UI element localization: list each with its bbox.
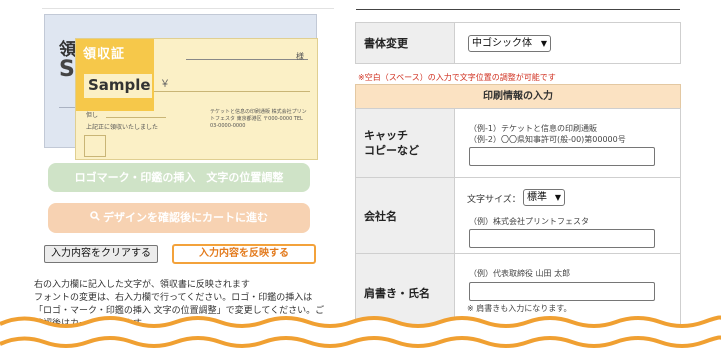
company-hint: （例）株式会社プリントフェスタ bbox=[469, 217, 589, 226]
form-top-divider bbox=[356, 9, 680, 10]
top-divider bbox=[42, 8, 334, 9]
front-card-amount-line bbox=[154, 91, 310, 92]
front-card-company-info: テケットと信息の印刷通販 株式会社プリントフェスタ 東京都港区 〒000-000… bbox=[210, 109, 307, 129]
search-icon bbox=[90, 203, 100, 233]
char-size-select-value: 標準 bbox=[527, 192, 547, 203]
font-row: 書体変更 中ゴシック体 ▼ bbox=[355, 22, 681, 64]
reflect-input-button[interactable]: 入力内容を反映する bbox=[172, 244, 316, 264]
receipt-front-card: 領収証 Sample ￥ 様 但し 上記正に領収いたしました テケットと信息の印… bbox=[75, 38, 318, 160]
font-select[interactable]: 中ゴシック体 ▼ bbox=[468, 35, 551, 52]
front-card-tadashi: 但し bbox=[86, 112, 99, 119]
title-name-input[interactable] bbox=[469, 282, 655, 301]
clear-input-button[interactable]: 入力内容をクリアする bbox=[44, 245, 158, 263]
chevron-down-icon: ▼ bbox=[540, 39, 547, 48]
font-value-cell: 中ゴシック体 ▼ bbox=[454, 23, 680, 63]
char-size-select[interactable]: 標準 ▼ bbox=[523, 189, 565, 206]
proceed-to-cart-button[interactable]: デザインを確認後にカートに進む bbox=[48, 203, 310, 233]
catch-copy-value-cell: （例-1）テケットと信息の印刷通販 （例-2）〇〇県知事許可(般-00)第000… bbox=[454, 109, 680, 177]
torn-edge-wave bbox=[0, 315, 721, 354]
logo-insert-button[interactable]: ロゴマーク・印鑑の挿入 文字の位置調整 bbox=[48, 163, 310, 192]
catch-copy-hint-1: （例-1）テケットと信息の印刷通販 bbox=[469, 124, 597, 133]
catch-copy-row: キャッチ コピーなど （例-1）テケットと信息の印刷通販 （例-2）〇〇県知事許… bbox=[355, 108, 681, 178]
catch-copy-label: キャッチ コピーなど bbox=[356, 109, 454, 177]
instruction-line: フォントの変更は、右入力欄で行ってください。ロゴ・印鑑の挿入は bbox=[34, 293, 313, 303]
font-label: 書体変更 bbox=[356, 23, 454, 63]
catch-copy-label-line2: コピーなど bbox=[364, 144, 419, 157]
company-label: 会社名 bbox=[356, 178, 454, 253]
front-card-sama: 様 bbox=[296, 52, 304, 61]
title-name-hint: （例）代表取締役 山田 太郎 bbox=[469, 269, 571, 278]
font-select-value: 中ゴシック体 bbox=[472, 38, 532, 49]
front-card-sample-text: Sample bbox=[88, 76, 151, 94]
company-row: 会社名 文字サイズ： 標準 ▼ （例）株式会社プリントフェスタ bbox=[355, 177, 681, 254]
front-card-received-text: 上記正に領収いたしました bbox=[86, 124, 159, 131]
chevron-down-icon: ▼ bbox=[554, 193, 561, 202]
company-input[interactable] bbox=[469, 229, 655, 248]
space-warning: ※空白（スペース）の入力で文字位置の調整が可能です bbox=[358, 73, 556, 82]
catch-copy-label-line1: キャッチ bbox=[364, 129, 408, 142]
receipt-preview: 領収証 Sa 領収証 Sample ￥ 様 但し 上記正に領収いたしました テケ… bbox=[44, 14, 318, 160]
front-card-yen-sign: ￥ bbox=[160, 79, 170, 90]
front-card-name-line bbox=[186, 59, 308, 60]
preview-panel: 領収証 Sa 領収証 Sample ￥ 様 但し 上記正に領収いたしました テケ… bbox=[0, 0, 340, 354]
front-card-title: 領収証 bbox=[83, 47, 126, 62]
catch-copy-hint-2: （例-2）〇〇県知事許可(般-00)第00000号 bbox=[469, 135, 626, 144]
catch-copy-input[interactable] bbox=[469, 147, 655, 166]
front-card-stamp-box bbox=[84, 135, 106, 157]
instruction-line: 右の入力欄に記入した文字が、領収書に反映されます bbox=[34, 280, 250, 290]
company-value-cell: 文字サイズ： 標準 ▼ （例）株式会社プリントフェスタ bbox=[454, 178, 680, 253]
section-title: 印刷情報の入力 bbox=[355, 84, 681, 109]
front-card-tadashi-line bbox=[106, 117, 166, 118]
proceed-to-cart-label: デザインを確認後にカートに進む bbox=[103, 211, 268, 224]
char-size-label: 文字サイズ： bbox=[467, 195, 521, 205]
